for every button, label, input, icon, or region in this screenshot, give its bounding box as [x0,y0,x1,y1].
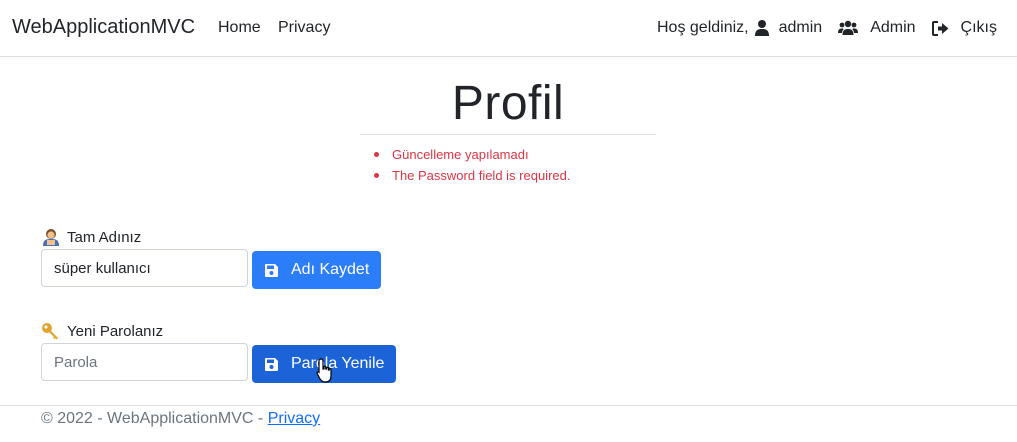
update-password-button-label: Parola Yenile [291,355,385,372]
footer: © 2022 - WebApplicationMVC - Privacy [0,405,1017,442]
new-password-label: Yeni Parolanız [41,322,163,340]
users-icon [838,20,859,36]
navbar: WebApplicationMVC Home Privacy Hoş geldi… [0,0,1017,57]
page-title: Profil [451,77,565,130]
full-name-label-text: Tam Adınız [67,228,142,246]
hand-pointer-icon [316,358,334,389]
logout-link[interactable]: Çıkış [931,19,997,37]
footer-privacy-link[interactable]: Privacy [268,410,320,427]
save-name-button[interactable]: Adı Kaydet [252,251,382,289]
user-icon [754,20,769,36]
footer-text: © 2022 - WebApplicationMVC - [41,410,268,427]
title-divider [360,134,656,135]
new-password-label-text: Yeni Parolanız [67,322,164,340]
sign-out-icon [931,20,949,36]
person-icon [41,228,61,246]
username-text: admin [778,19,823,36]
save-icon [264,357,279,372]
nav-home-link[interactable]: Home [218,19,261,37]
password-input[interactable] [41,343,248,381]
nav-privacy-link[interactable]: Privacy [278,19,330,37]
full-name-input[interactable] [41,249,248,287]
admin-link-label: Admin [870,19,916,36]
admin-link[interactable]: Admin [838,19,916,37]
brand-link[interactable]: WebApplicationMVC [12,16,195,39]
user-menu: Hoş geldiniz, admin Admin Çıkış [657,19,997,37]
error-message: The Password field is required. [372,167,570,188]
full-name-label: Tam Adınız [41,228,141,246]
user-profile-link[interactable]: Hoş geldiniz, admin [657,19,822,37]
save-name-button-label: Adı Kaydet [291,261,370,278]
save-icon [264,263,279,278]
welcome-text: Hoş geldiniz, [657,19,749,36]
key-icon [41,322,61,340]
validation-summary: Güncelleme yapılamadı The Password field… [372,146,570,188]
error-message: Güncelleme yapılamadı [372,146,570,167]
logout-label: Çıkış [960,19,997,36]
